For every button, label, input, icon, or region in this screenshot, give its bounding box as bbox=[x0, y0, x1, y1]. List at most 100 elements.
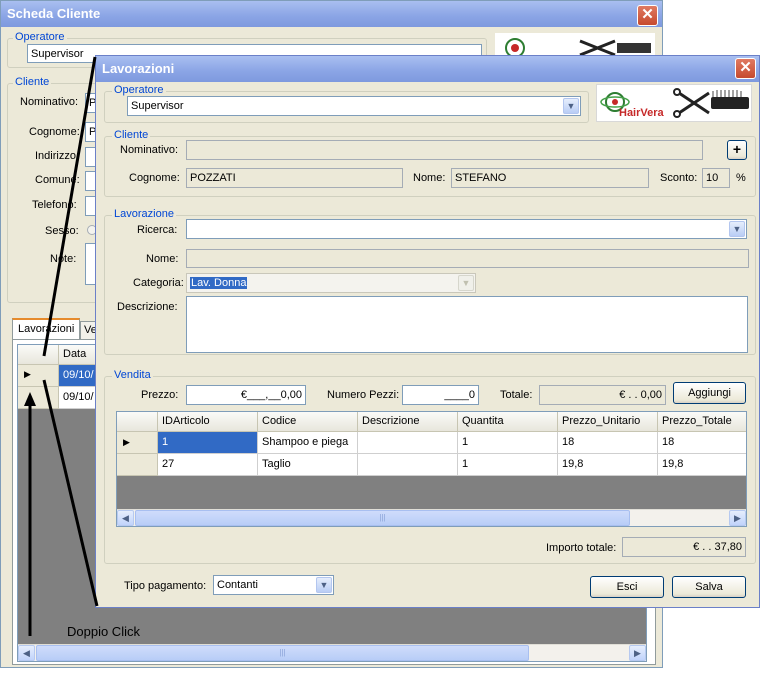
numero-pezzi-value: ____0 bbox=[444, 389, 475, 401]
column-header-prezzo-unitario-label: Prezzo_Unitario bbox=[562, 415, 641, 427]
back-label-comune: Comune: bbox=[35, 174, 80, 186]
grid-cell-r2-prezzo-unitario-text: 19,8 bbox=[562, 458, 584, 470]
column-header-prezzo-totale[interactable]: Prezzo_Totale bbox=[658, 412, 746, 432]
cognome-field[interactable]: POZZATI bbox=[186, 168, 403, 188]
ricerca-select[interactable]: ▼ bbox=[186, 219, 747, 239]
back-grid-hscrollbar[interactable]: ◀ ||| ▶ bbox=[18, 644, 646, 661]
back-operatore-legend: Operatore bbox=[13, 31, 67, 43]
scroll-right-icon[interactable]: ▶ bbox=[729, 510, 746, 526]
lavorazioni-title: Lavorazioni bbox=[102, 61, 175, 76]
grid-hscrollbar[interactable]: ◀ ||| ▶ bbox=[117, 509, 746, 526]
prezzo-input[interactable]: €___,__0,00 bbox=[186, 385, 306, 405]
grid-cell-r2-idarticolo-text: 27 bbox=[162, 458, 175, 470]
grid-cell-r2-prezzo-totale-text: 19,8 bbox=[662, 458, 684, 470]
grid-cell-r2-descrizione[interactable] bbox=[358, 454, 458, 476]
operatore-dropdown-icon[interactable]: ▼ bbox=[563, 98, 579, 114]
column-header-prezzo-unitario[interactable]: Prezzo_Unitario bbox=[558, 412, 658, 432]
lavorazione-legend: Lavorazione bbox=[112, 208, 176, 220]
descrizione-textarea[interactable] bbox=[186, 296, 748, 353]
grid-cell-r1-descrizione[interactable] bbox=[358, 432, 458, 454]
grid-rowheader-1[interactable]: ▶ bbox=[117, 432, 158, 454]
totale-field[interactable]: € . . 0,00 bbox=[539, 385, 666, 405]
operatore-select[interactable]: Supervisor ▼ bbox=[127, 96, 581, 116]
grid-cell-r2-quantita[interactable]: 1 bbox=[458, 454, 558, 476]
back-label-nominativo: Nominativo: bbox=[20, 96, 79, 108]
esci-label: Esci bbox=[616, 581, 638, 593]
hairvera-logo: HairVera bbox=[596, 84, 752, 122]
nome-field[interactable]: STEFANO bbox=[451, 168, 649, 188]
column-header-quantita[interactable]: Quantita bbox=[458, 412, 558, 432]
column-header-codice[interactable]: Codice bbox=[258, 412, 358, 432]
cognome-value: POZZATI bbox=[190, 172, 236, 184]
add-cliente-button[interactable]: + bbox=[727, 140, 747, 160]
back-tab-lavorazioni-label: Lavorazioni bbox=[18, 323, 75, 335]
lavorazioni-titlebar[interactable]: Lavorazioni bbox=[96, 56, 759, 82]
back-cliente-legend: Cliente bbox=[13, 76, 52, 88]
categoria-dropdown-icon[interactable]: ▼ bbox=[458, 275, 474, 291]
back-label-indirizzo: Indirizzo: bbox=[35, 150, 80, 162]
grid-cell-r1-codice[interactable]: Shampoo e piega bbox=[258, 432, 358, 454]
nome-lavorazione-label: Nome: bbox=[146, 253, 179, 265]
esci-button[interactable]: Esci bbox=[590, 576, 664, 598]
ricerca-dropdown-icon[interactable]: ▼ bbox=[729, 221, 745, 237]
percent-label: % bbox=[736, 172, 746, 184]
tipo-pagamento-select[interactable]: Contanti ▼ bbox=[213, 575, 334, 595]
column-header-prezzo-totale-label: Prezzo_Totale bbox=[662, 415, 732, 427]
grid-cell-r1-idarticolo[interactable]: 1 bbox=[158, 432, 258, 454]
grid-cell-r2-prezzo-totale[interactable]: 19,8 bbox=[658, 454, 746, 476]
lavorazioni-close-button[interactable]: ✕ bbox=[735, 58, 756, 79]
column-header-descrizione-label: Descrizione bbox=[362, 415, 420, 427]
back-grid-cell-2-text: 09/10/ bbox=[63, 391, 94, 403]
back-grid-rowheader-2[interactable] bbox=[18, 387, 59, 409]
scheda-cliente-close-button[interactable]: ✕ bbox=[637, 5, 658, 26]
scheda-cliente-titlebar[interactable]: Scheda Cliente bbox=[1, 1, 662, 27]
aggiungi-button[interactable]: Aggiungi bbox=[673, 382, 746, 404]
back-label-sesso: Sesso: bbox=[45, 225, 79, 237]
back-grid-cell-1-text: 09/10/ bbox=[63, 369, 94, 381]
importo-totale-field[interactable]: € . . 37,80 bbox=[622, 537, 746, 557]
numero-pezzi-input[interactable]: ____0 bbox=[402, 385, 479, 405]
lavorazioni-window: Lavorazioni ✕ Operatore Supervisor ▼ Hai… bbox=[95, 55, 760, 608]
operatore-value: Supervisor bbox=[131, 100, 184, 112]
logo-wordmark: HairVera bbox=[619, 107, 665, 119]
grid-cell-r2-codice[interactable]: Taglio bbox=[258, 454, 358, 476]
column-header-idarticolo-label: IDArticolo bbox=[162, 415, 210, 427]
grid-rowheader-2[interactable] bbox=[117, 454, 158, 476]
back-scroll-right-icon[interactable]: ▶ bbox=[629, 645, 646, 661]
nominativo-field[interactable] bbox=[186, 140, 703, 160]
grid-cell-r1-quantita[interactable]: 1 bbox=[458, 432, 558, 454]
tipo-pagamento-dropdown-icon[interactable]: ▼ bbox=[316, 577, 332, 593]
grid-cell-r1-prezzo-totale[interactable]: 18 bbox=[658, 432, 746, 454]
grid-cell-r1-prezzo-unitario[interactable]: 18 bbox=[558, 432, 658, 454]
column-header-idarticolo[interactable]: IDArticolo bbox=[158, 412, 258, 432]
grid-cell-r2-idarticolo[interactable]: 27 bbox=[158, 454, 258, 476]
back-label-telefono: Telefono: bbox=[32, 199, 77, 211]
salva-label: Salva bbox=[695, 581, 723, 593]
sconto-field[interactable]: 10 bbox=[702, 168, 730, 188]
importo-totale-label: Importo totale: bbox=[546, 542, 617, 554]
back-scroll-left-icon[interactable]: ◀ bbox=[18, 645, 35, 661]
salva-button[interactable]: Salva bbox=[672, 576, 746, 598]
vendita-legend: Vendita bbox=[112, 369, 153, 381]
categoria-select[interactable]: Lav. Donna ▼ bbox=[186, 273, 476, 293]
grid-cell-r1-codice-text: Shampoo e piega bbox=[262, 436, 349, 448]
descrizione-label: Descrizione: bbox=[117, 301, 178, 313]
annotation-doppio-click: Doppio Click bbox=[67, 624, 140, 639]
column-header-quantita-label: Quantita bbox=[462, 415, 504, 427]
row-pointer-icon: ▶ bbox=[24, 369, 31, 379]
back-scroll-thumb[interactable]: ||| bbox=[36, 645, 529, 661]
totale-label: Totale: bbox=[500, 389, 533, 401]
grid-scroll-thumb[interactable]: ||| bbox=[135, 510, 630, 526]
scroll-left-icon[interactable]: ◀ bbox=[117, 510, 134, 526]
nome-lavorazione-field[interactable] bbox=[186, 249, 749, 268]
back-grid-corner bbox=[18, 345, 59, 365]
nome-value: STEFANO bbox=[455, 172, 507, 184]
grid-cell-r1-idarticolo-text: 1 bbox=[162, 436, 169, 448]
back-tab-lavorazioni[interactable]: Lavorazioni bbox=[12, 318, 80, 340]
categoria-value: Lav. Donna bbox=[190, 277, 248, 289]
back-grid-rowheader-1[interactable]: ▶ bbox=[18, 365, 59, 387]
articoli-grid: IDArticolo Codice Descrizione Quantita P… bbox=[116, 411, 747, 527]
grid-cell-r2-prezzo-unitario[interactable]: 19,8 bbox=[558, 454, 658, 476]
column-header-descrizione[interactable]: Descrizione bbox=[358, 412, 458, 432]
hairvera-logo-graphic: HairVera bbox=[600, 88, 749, 119]
